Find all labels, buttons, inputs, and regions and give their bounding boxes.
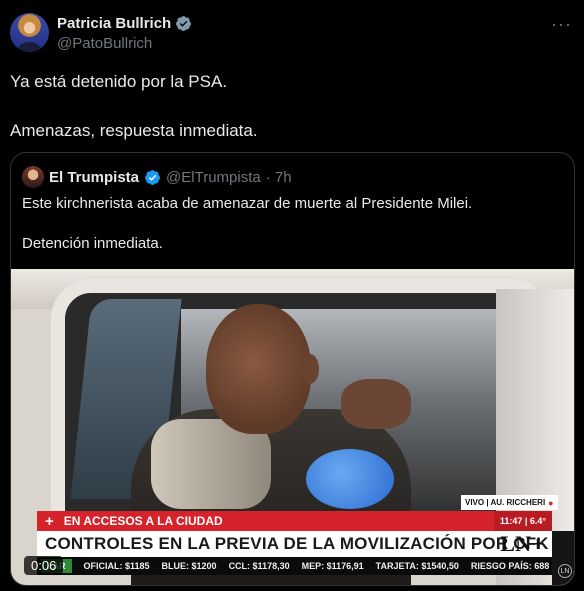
ticker-item: OFICIAL: $1185 [83,561,150,571]
tweet-text-line-2: Amenazas, respuesta inmediata. [10,121,258,140]
quoted-text-line-2: Detención inmediata. [22,235,163,252]
tv-time-temp: 11:47 | 6.4° [493,511,552,531]
plus-icon: + [45,512,54,530]
tv-ticker: LAR OFICIAL: $1185 BLUE: $1200 CCL: $117… [37,557,552,575]
quoted-author-display-name[interactable]: El Trumpista [49,169,139,186]
author-avatar[interactable] [10,13,49,52]
ticker-item: CCL: $1178,30 [228,561,290,571]
tv-headline-text: CONTROLES EN LA PREVIA DE LA MOVILIZACIÓ… [45,534,549,553]
live-location-tag: VIVO | AU. RICCHERI ● [461,495,558,510]
more-options-icon[interactable]: ··· [551,14,572,35]
author-display-name[interactable]: Patricia Bullrich [57,15,171,32]
author-block: Patricia Bullrich @PatoBullrich [57,15,192,52]
quoted-text-line-1: Este kirchnerista acaba de amenazar de m… [22,195,473,212]
quoted-tweet[interactable]: El Trumpista @ElTrumpista · 7h Este kirc… [10,152,575,586]
verified-grey-badge-icon [176,16,192,31]
ticker-item: BLUE: $1200 [161,561,217,571]
quoted-author-handle[interactable]: @ElTrumpista [166,169,261,186]
channel-watermark-icon: LN [558,564,572,578]
quoted-timestamp[interactable]: · 7h [266,169,292,186]
author-handle[interactable]: @PatoBullrich [57,35,192,52]
tv-headline: CONTROLES EN LA PREVIA DE LA MOVILIZACIÓ… [37,531,552,557]
person-in-video [206,304,311,434]
tv-banner-top-text: EN ACCESOS A LA CIUDAD [63,514,223,528]
microphone-image [306,449,394,509]
tweet: Patricia Bullrich @PatoBullrich ··· Ya e… [0,0,584,591]
tweet-text-line-1: Ya está detenido por la PSA. [10,72,228,91]
tv-banner-top: + EN ACCESOS A LA CIUDAD 11:47 | 6.4° [37,511,552,531]
verified-blue-badge-icon [145,169,160,185]
location-pin-icon: ● [548,497,554,508]
video-player[interactable]: VIVO | AU. RICCHERI ● + EN ACCESOS A LA … [11,269,574,585]
ln-plus-logo: LN+ [500,531,544,556]
ticker-item: TARJETA: $1540,50 [375,561,459,571]
ticker-item: MEP: $1176,91 [301,561,364,571]
video-duration-badge: 0:06 [24,556,64,575]
quoted-author-row: El Trumpista @ElTrumpista · 7h [22,166,292,188]
ticker-item: RIESGO PAÍS: 688 [470,561,550,571]
quoted-author-avatar[interactable] [22,166,44,188]
